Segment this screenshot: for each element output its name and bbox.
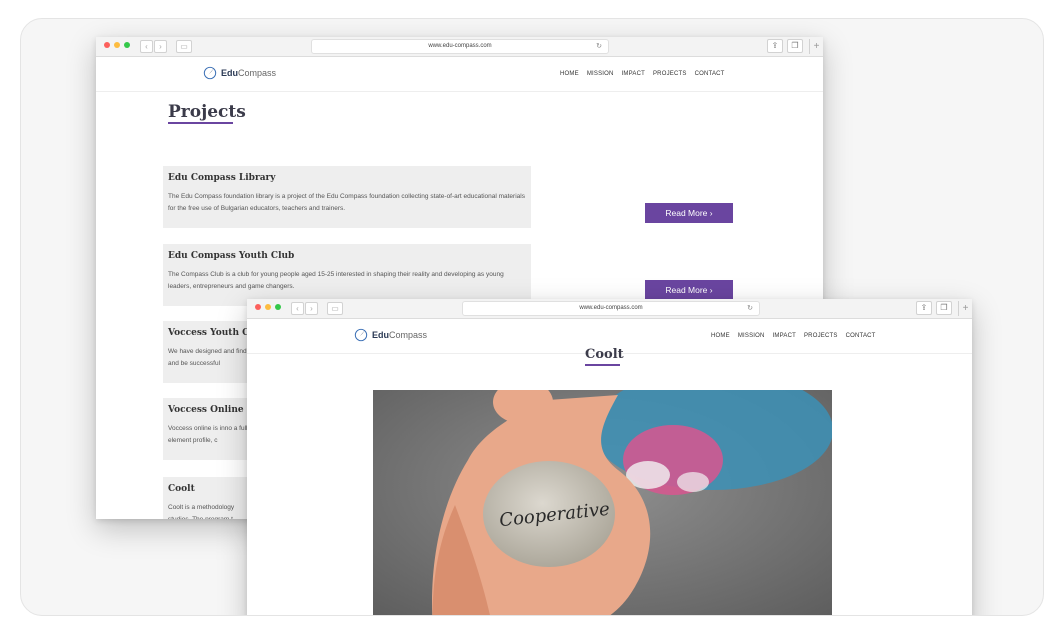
main-menu: HOME MISSION IMPACT PROJECTS CONTACT — [560, 71, 725, 77]
brand-name: EduCompass — [221, 68, 277, 78]
main-menu: HOME MISSION IMPACT PROJECTS CONTACT — [711, 333, 876, 339]
nav-projects[interactable]: PROJECTS — [653, 71, 687, 77]
back-button[interactable]: ‹ — [291, 302, 304, 315]
sidebar-icon: ▭ — [180, 42, 188, 51]
compass-needle-icon — [354, 328, 368, 342]
site-logo[interactable]: EduCompass — [354, 328, 427, 342]
project-hero-photo: Cooperative — [373, 390, 832, 615]
window-controls — [104, 42, 130, 48]
share-button[interactable]: ⇪ — [916, 301, 932, 315]
address-bar[interactable]: www.edu-compass.com ↻ — [462, 301, 760, 316]
chevron-left-icon: ‹ — [145, 42, 148, 51]
nav-impact[interactable]: IMPACT — [622, 71, 645, 77]
plus-icon: + — [962, 303, 969, 314]
project-title: Voccess Online — [168, 405, 244, 415]
nav-contact[interactable]: CONTACT — [695, 71, 725, 77]
new-tab-button[interactable]: + — [958, 301, 972, 316]
tabs-icon: ❐ — [791, 41, 799, 50]
showcase-frame: ‹ › ▭ www.edu-compass.com ↻ ⇪ ❐ + EduCom… — [20, 18, 1044, 616]
project-card: Edu Compass Library The Edu Compass foun… — [163, 166, 531, 228]
back-button[interactable]: ‹ — [140, 40, 153, 53]
share-icon: ⇪ — [771, 41, 779, 50]
tabs-button[interactable]: ❐ — [936, 301, 952, 315]
close-window-button[interactable] — [255, 304, 261, 310]
project-title: Edu Compass Youth Club — [168, 251, 295, 261]
page-title: Projects — [168, 102, 246, 122]
sidebar-toggle-button[interactable]: ▭ — [176, 40, 192, 53]
reload-icon[interactable]: ↻ — [596, 40, 602, 53]
address-bar[interactable]: www.edu-compass.com ↻ — [311, 39, 609, 54]
forward-button[interactable]: › — [154, 40, 167, 53]
read-more-button[interactable]: Read More › — [645, 203, 733, 223]
chevron-right-icon: › — [159, 42, 162, 51]
tabs-icon: ❐ — [940, 303, 948, 312]
reload-icon[interactable]: ↻ — [747, 302, 753, 315]
nav-projects[interactable]: PROJECTS — [804, 333, 838, 339]
title-underline — [585, 364, 620, 366]
page-title: Coolt — [585, 347, 624, 362]
project-title: Coolt — [168, 484, 195, 494]
site-logo[interactable]: EduCompass — [203, 66, 276, 80]
chevron-right-icon: › — [709, 208, 713, 218]
project-description: The Edu Compass foundation library is a … — [168, 193, 525, 212]
browser-toolbar: ‹ › ▭ www.edu-compass.com ↻ ⇪ ❐ + — [247, 299, 972, 319]
project-title: Voccess Youth Ca — [168, 328, 256, 338]
read-more-button[interactable]: Read More › — [645, 280, 733, 300]
nav-contact[interactable]: CONTACT — [846, 333, 876, 339]
forward-button[interactable]: › — [305, 302, 318, 315]
chevron-left-icon: ‹ — [296, 304, 299, 313]
url-text: www.edu-compass.com — [579, 305, 643, 311]
browser-toolbar: ‹ › ▭ www.edu-compass.com ↻ ⇪ ❐ + — [96, 37, 823, 57]
brand-name: EduCompass — [372, 330, 428, 340]
share-icon: ⇪ — [920, 303, 928, 312]
window-controls — [255, 304, 281, 310]
project-description: The Compass Club is a club for young peo… — [168, 271, 504, 290]
close-window-button[interactable] — [104, 42, 110, 48]
compass-needle-icon — [203, 66, 217, 80]
project-description: Voccess online is inno a full element pr… — [168, 425, 248, 444]
plus-icon: + — [813, 41, 820, 52]
project-description: Coolt is a methodology studies. The prog… — [168, 504, 235, 519]
project-description: We have designed and find and be success… — [168, 348, 247, 367]
share-button[interactable]: ⇪ — [767, 39, 783, 53]
url-text: www.edu-compass.com — [428, 43, 492, 49]
chevron-right-icon: › — [709, 285, 713, 295]
nav-home[interactable]: HOME — [711, 333, 730, 339]
nav-home[interactable]: HOME — [560, 71, 579, 77]
maximize-window-button[interactable] — [275, 304, 281, 310]
project-title: Edu Compass Library — [168, 173, 276, 183]
chevron-right-icon: › — [310, 304, 313, 313]
minimize-window-button[interactable] — [265, 304, 271, 310]
sidebar-icon: ▭ — [331, 304, 339, 313]
project-card: Edu Compass Youth Club The Compass Club … — [163, 244, 531, 306]
minimize-window-button[interactable] — [114, 42, 120, 48]
nav-mission[interactable]: MISSION — [738, 333, 765, 339]
coolt-browser-window: ‹ › ▭ www.edu-compass.com ↻ ⇪ ❐ + EduCom… — [247, 299, 972, 615]
tabs-button[interactable]: ❐ — [787, 39, 803, 53]
nav-mission[interactable]: MISSION — [587, 71, 614, 77]
new-tab-button[interactable]: + — [809, 39, 823, 54]
maximize-window-button[interactable] — [124, 42, 130, 48]
site-navbar: EduCompass HOME MISSION IMPACT PROJECTS … — [96, 57, 823, 92]
hand-holding-stone-image: Cooperative — [373, 390, 832, 615]
sidebar-toggle-button[interactable]: ▭ — [327, 302, 343, 315]
title-underline — [168, 122, 233, 124]
nav-impact[interactable]: IMPACT — [773, 333, 796, 339]
